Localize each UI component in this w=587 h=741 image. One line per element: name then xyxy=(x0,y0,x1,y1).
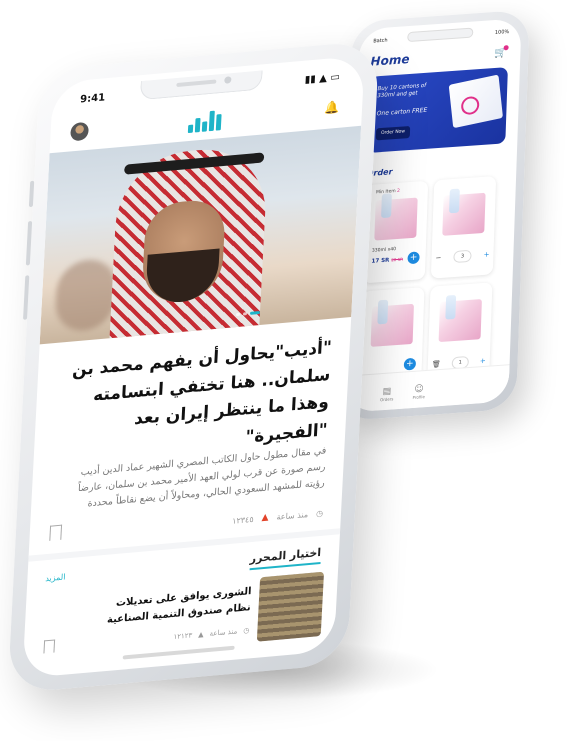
clock-icon: ◷ xyxy=(243,626,250,635)
front-phone: 9:41 ▮▮ ▲ ▭ 🔔 "أديب"يحاول أن يفهم محمد ب… xyxy=(7,40,380,694)
product-image xyxy=(370,303,414,347)
quantity-value[interactable]: 3 xyxy=(453,249,472,264)
add-to-cart-button[interactable]: + xyxy=(407,251,420,265)
battery-label: 100% xyxy=(494,28,510,36)
trash-icon[interactable]: 🗑 xyxy=(432,360,441,369)
product-card[interactable]: Min Item 2 330ml x40 17 SR 20 SR + xyxy=(362,180,429,284)
app-logo xyxy=(186,108,227,134)
water-carton-image xyxy=(448,74,504,129)
banner-line1: Buy 10 cartons of 330ml and get xyxy=(377,82,427,100)
time-ago: منذ ساعة xyxy=(276,509,309,522)
avatar[interactable] xyxy=(70,121,89,142)
old-price: 20 SR xyxy=(391,256,404,263)
signal-wifi-battery-icon: ▮▮ ▲ ▭ xyxy=(304,71,341,86)
status-time: 9:41 xyxy=(79,92,106,106)
order-now-button[interactable]: Order Now xyxy=(375,125,411,141)
back-header: Home 🛒 xyxy=(370,45,509,71)
product-price: 17 SR 20 SR xyxy=(371,256,404,265)
related-article-meta: ◷ منذ ساعة ▲ ١٢١٢٣ xyxy=(173,626,250,642)
flame-icon: ▲ xyxy=(261,512,269,524)
product-image xyxy=(438,299,482,343)
related-article-thumbnail xyxy=(256,571,325,642)
trending-icon: ▲ xyxy=(198,630,204,639)
tab-editors-choice[interactable]: اختيار المحرر xyxy=(249,545,322,571)
increment-button[interactable]: + xyxy=(480,357,486,365)
add-to-cart-button[interactable]: + xyxy=(403,357,417,371)
bookmark-icon[interactable] xyxy=(49,524,63,541)
page-title: Home xyxy=(370,51,410,69)
quantity-stepper: − 3 + xyxy=(435,248,490,264)
decrement-button[interactable]: − xyxy=(435,254,441,262)
increment-button[interactable]: + xyxy=(483,250,489,258)
view-count: ١٢٣٤٥ xyxy=(231,514,254,526)
clock-icon: ◷ xyxy=(315,508,324,518)
more-link[interactable]: المزيد xyxy=(45,572,66,583)
cart-icon[interactable]: 🛒 xyxy=(494,45,509,59)
banner-line2: One carton FREE xyxy=(376,106,428,118)
product-image xyxy=(374,197,418,241)
front-phone-screen: 9:41 ▮▮ ▲ ▭ 🔔 "أديب"يحاول أن يفهم محمد ب… xyxy=(22,55,365,679)
product-image xyxy=(442,192,486,236)
tab-profile[interactable]: ☺ Profile xyxy=(407,384,432,401)
bookmark-icon[interactable] xyxy=(43,639,56,654)
related-article-title: الشورى يوافق على تعديلات نظام صندوق التن… xyxy=(106,586,252,626)
product-size: 330ml x40 xyxy=(371,247,397,254)
bell-icon[interactable]: 🔔 xyxy=(324,100,340,117)
product-card[interactable]: − 3 + xyxy=(430,175,497,279)
promo-banner[interactable]: Buy 10 cartons of 330ml and get One cart… xyxy=(367,67,508,154)
tab-orders[interactable]: ▤ Orders xyxy=(375,386,400,403)
hero-image[interactable] xyxy=(39,125,362,345)
